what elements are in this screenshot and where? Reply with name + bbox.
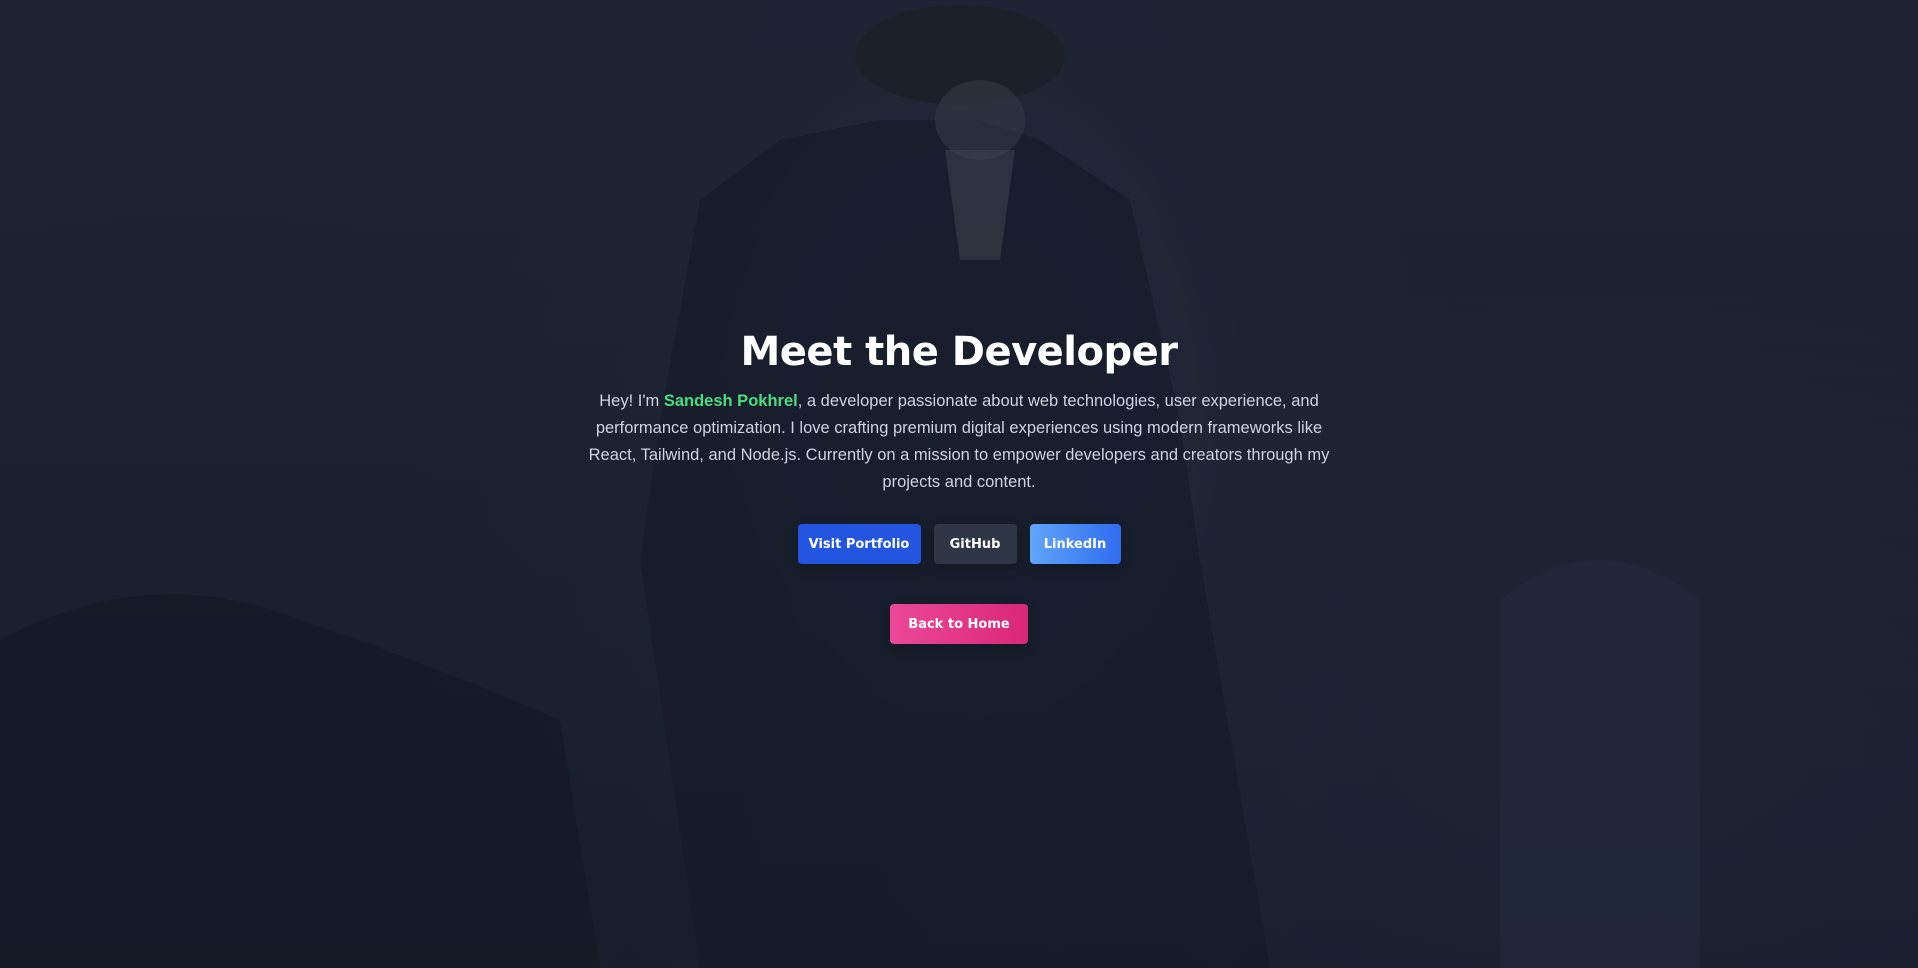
page-title: Meet the Developer: [740, 329, 1178, 375]
developer-bio: Hey! I'm Sandesh Pokhrel, a developer pa…: [579, 388, 1339, 496]
developer-name: Sandesh Pokhrel: [663, 392, 798, 410]
developer-page: Meet the Developer Hey! I'm Sandesh Pokh…: [0, 0, 1918, 968]
hero-section: Meet the Developer Hey! I'm Sandesh Pokh…: [0, 326, 1918, 644]
visit-portfolio-button[interactable]: Visit Portfolio: [797, 524, 921, 564]
linkedin-button[interactable]: LinkedIn: [1029, 524, 1121, 564]
github-button[interactable]: GitHub: [933, 524, 1017, 564]
back-to-home-button[interactable]: Back to Home: [890, 604, 1028, 644]
bio-prefix: Hey! I'm: [599, 392, 664, 410]
social-links: Visit Portfolio GitHub LinkedIn: [797, 524, 1121, 564]
